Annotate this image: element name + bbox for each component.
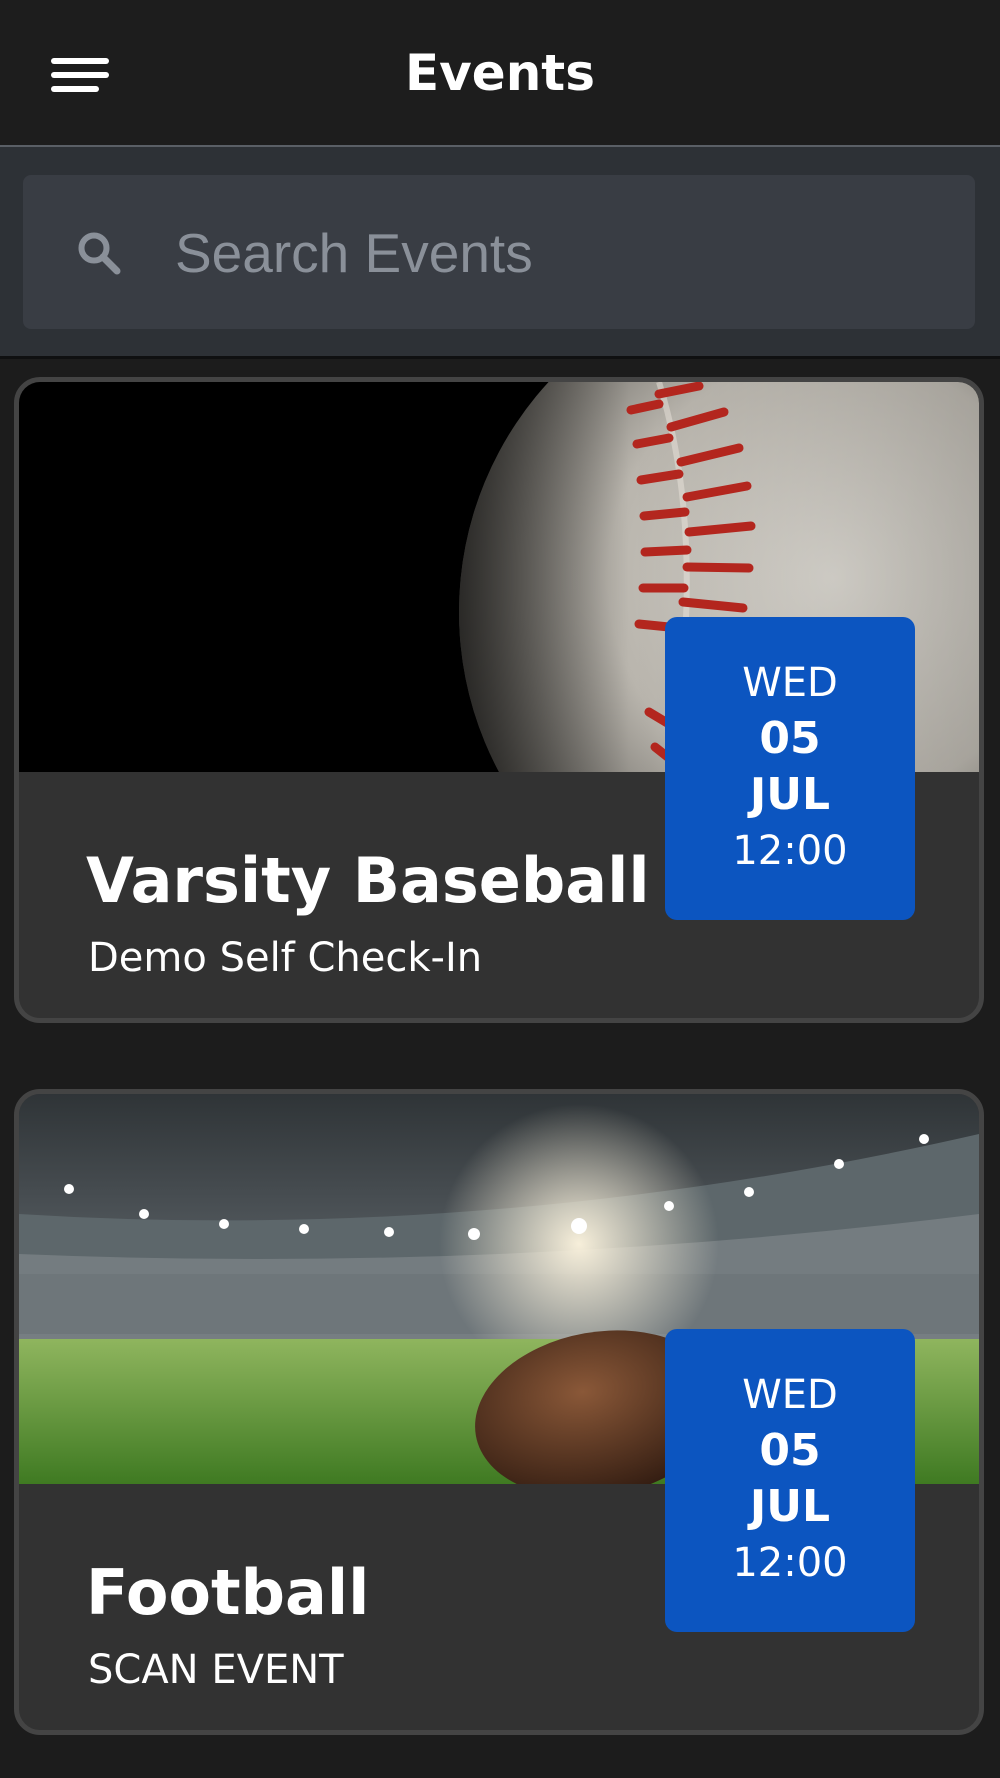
date-badge: WED 05 JUL 12:00 xyxy=(665,1329,915,1632)
date-time: 12:00 xyxy=(732,828,848,874)
date-month: JUL xyxy=(749,1481,831,1532)
date-weekday: WED xyxy=(742,660,838,706)
date-month: JUL xyxy=(749,769,831,820)
event-title: Football xyxy=(86,1556,370,1629)
event-title: Varsity Baseball xyxy=(86,844,650,917)
event-subtitle: SCAN EVENT xyxy=(88,1647,344,1693)
search-input[interactable] xyxy=(173,205,957,301)
event-subtitle: Demo Self Check-In xyxy=(88,935,483,981)
date-day: 05 xyxy=(759,1425,821,1476)
date-badge: WED 05 JUL 12:00 xyxy=(665,617,915,920)
date-day: 05 xyxy=(759,713,821,764)
page-title: Events xyxy=(405,44,595,102)
search-region xyxy=(0,147,1000,359)
search-icon xyxy=(78,232,121,275)
search-box[interactable] xyxy=(23,175,975,329)
date-time: 12:00 xyxy=(732,1540,848,1586)
date-weekday: WED xyxy=(742,1372,838,1418)
app-header: Events xyxy=(0,0,1000,147)
